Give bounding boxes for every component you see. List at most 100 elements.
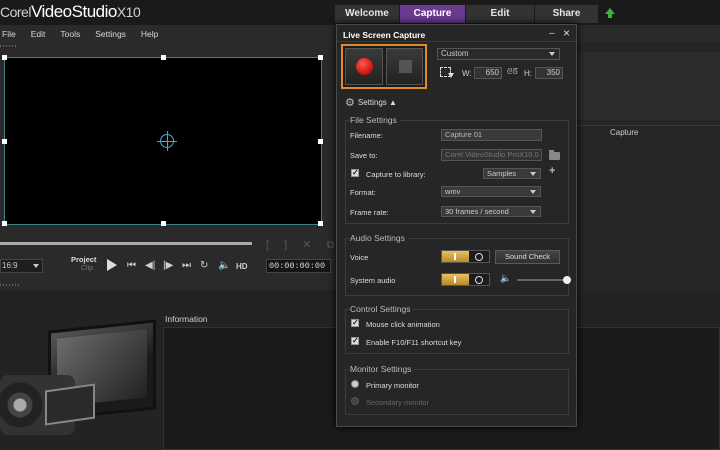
frame-rate-select[interactable]: 30 frames / second — [441, 206, 541, 217]
resize-handle[interactable] — [318, 221, 323, 226]
system-audio-toggle[interactable] — [441, 273, 490, 286]
close-button[interactable]: × — [563, 26, 570, 40]
menu-file[interactable]: File — [2, 29, 16, 39]
clip-mode-label[interactable]: Clip — [81, 265, 93, 272]
library-select[interactable]: Samples — [483, 168, 541, 179]
sound-check-button[interactable]: Sound Check — [495, 250, 560, 264]
panel-grip[interactable] — [0, 284, 20, 286]
library-panel-header — [577, 52, 720, 120]
workspace-tabs: Welcome Capture Edit Share — [335, 5, 599, 23]
chevron-down-icon — [530, 190, 536, 194]
hd-preview-button[interactable]: HD — [236, 262, 248, 271]
repeat-icon[interactable]: ↻ — [200, 260, 208, 271]
chevron-down-icon — [530, 210, 536, 214]
resize-handle[interactable] — [318, 139, 323, 144]
capture-devices-illustration — [0, 319, 160, 450]
settings-toggle[interactable]: ⚙ Settings ▲ — [345, 96, 397, 109]
tab-welcome[interactable]: Welcome — [335, 5, 400, 23]
resize-handle[interactable] — [161, 221, 166, 226]
scrub-bar[interactable] — [0, 242, 252, 245]
trim-icons: [ ] ✕ ⧉ — [266, 239, 341, 251]
dialog-title: Live Screen Capture — [343, 30, 426, 40]
save-to-label: Save to: — [350, 151, 378, 160]
menu-edit[interactable]: Edit — [31, 29, 46, 39]
minimize-button[interactable]: – — [549, 28, 555, 39]
end-icon[interactable]: ⏭ — [182, 260, 191, 271]
resize-handle[interactable] — [318, 55, 323, 60]
gear-icon: ⚙ — [345, 97, 355, 109]
resize-handle[interactable] — [2, 139, 7, 144]
next-frame-icon[interactable]: |▶ — [163, 260, 173, 271]
previous-frame-icon[interactable]: ◀| — [145, 260, 155, 271]
tab-edit[interactable]: Edit — [466, 5, 535, 23]
timecode-field[interactable]: 00:00:00:00 — [266, 259, 331, 273]
control-settings-title: Control Settings — [350, 304, 414, 314]
resize-handle[interactable] — [2, 221, 7, 226]
system-audio-label: System audio — [350, 276, 396, 285]
play-icon[interactable] — [107, 259, 117, 271]
chevron-down-icon — [33, 264, 39, 268]
upload-arrow-icon[interactable] — [605, 8, 615, 18]
format-select[interactable]: wmv — [441, 186, 541, 197]
system-volume-slider-knob[interactable] — [563, 276, 571, 284]
add-library-icon[interactable]: + — [549, 165, 555, 177]
divider — [337, 41, 576, 42]
stop-icon — [399, 60, 412, 73]
record-controls — [341, 44, 427, 89]
monitor-settings-group — [345, 369, 569, 415]
capture-to-library-label: Capture to library: — [366, 170, 426, 179]
stop-button[interactable] — [386, 48, 423, 85]
height-input[interactable]: 350 — [535, 67, 563, 79]
secondary-monitor-radio[interactable] — [351, 397, 359, 405]
aspect-ratio-select[interactable]: 16:9 — [0, 259, 43, 273]
frame-rate-label: Frame rate: — [350, 208, 389, 217]
tab-share[interactable]: Share — [535, 5, 599, 23]
crosshair-icon — [157, 131, 177, 151]
secondary-monitor-label: Secondary monitor — [366, 398, 429, 407]
app-title: CorelVideoStudioX10 — [0, 2, 141, 21]
camcorder-screen-icon — [45, 383, 95, 426]
volume-icon[interactable]: 🔈 — [218, 260, 230, 271]
voice-label: Voice — [350, 253, 369, 262]
primary-monitor-radio[interactable] — [351, 380, 359, 388]
capture-region-icon[interactable] — [440, 67, 454, 78]
divider — [577, 125, 720, 126]
playback-controls: 16:9 Project Clip ⏮ ◀| |▶ ⏭ ↻ 🔈 HD 00:00… — [0, 255, 336, 277]
project-mode-label[interactable]: Project — [71, 255, 96, 264]
capture-area-preset-select[interactable]: Custom — [437, 48, 560, 60]
folder-icon[interactable] — [549, 150, 560, 160]
tab-capture[interactable]: Capture — [400, 5, 466, 23]
resize-handle[interactable] — [2, 55, 7, 60]
file-settings-title: File Settings — [350, 115, 400, 125]
chevron-down-icon — [530, 172, 536, 176]
chevron-down-icon — [549, 52, 555, 56]
speaker-icon: 🔈 — [500, 273, 512, 283]
panel-grip[interactable] — [0, 45, 18, 47]
save-to-input[interactable]: Corel VideoStudio ProX10.0 — [441, 149, 542, 161]
title-bar: CorelVideoStudioX10 Welcome Capture Edit… — [0, 0, 720, 25]
capture-to-library-checkbox[interactable]: ✓ — [351, 169, 359, 177]
primary-monitor-label: Primary monitor — [366, 381, 419, 390]
width-input[interactable]: 650 — [474, 67, 502, 79]
preview-window[interactable] — [2, 55, 323, 226]
mouse-click-animation-label: Mouse click animation — [366, 320, 440, 329]
voice-toggle[interactable] — [441, 250, 490, 263]
system-volume-slider[interactable] — [517, 279, 567, 281]
home-icon[interactable]: ⏮ — [127, 260, 136, 271]
link-aspect-icon[interactable]: ᘓᘔ — [507, 67, 518, 77]
filename-label: Filename: — [350, 131, 383, 140]
mouse-click-animation-checkbox[interactable]: ✓ — [351, 319, 359, 327]
record-button[interactable] — [345, 48, 383, 85]
library-capture-label: Capture — [610, 128, 639, 137]
audio-settings-group — [345, 238, 569, 296]
record-icon — [356, 58, 373, 75]
menu-settings[interactable]: Settings — [95, 29, 126, 39]
width-label: W: — [462, 69, 472, 78]
menu-tools[interactable]: Tools — [60, 29, 80, 39]
menu-help[interactable]: Help — [141, 29, 158, 39]
shortcut-key-checkbox[interactable]: ✓ — [351, 337, 359, 345]
filename-input[interactable]: Capture 01 — [441, 129, 542, 141]
shortcut-key-label: Enable F10/F11 shortcut key — [366, 338, 462, 347]
height-label: H: — [524, 69, 532, 78]
resize-handle[interactable] — [161, 55, 166, 60]
